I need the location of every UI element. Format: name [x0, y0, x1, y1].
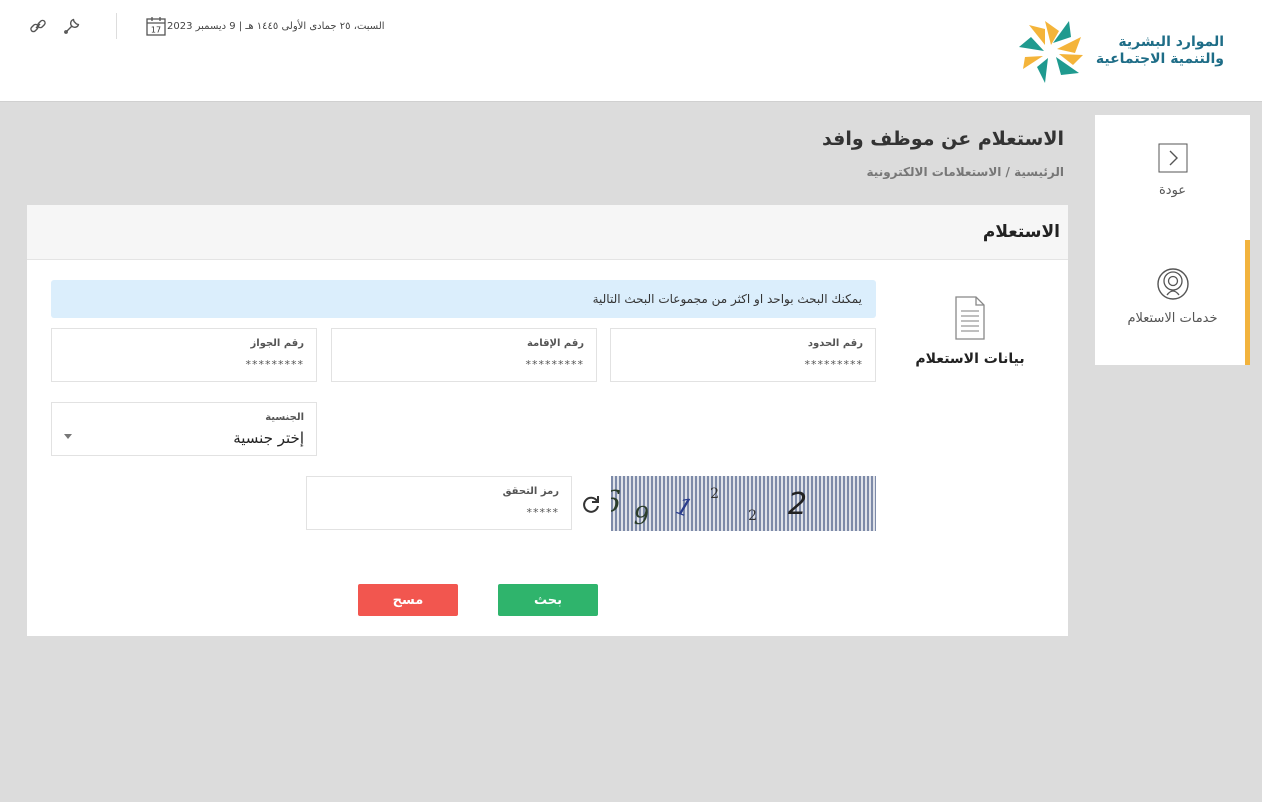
- broadcast-icon: [1156, 268, 1189, 300]
- captcha-glyph-2: 9: [634, 502, 649, 530]
- border-number-field[interactable]: رقم الحدود *********: [610, 328, 876, 382]
- captcha-label: رمز التحقق: [502, 486, 559, 497]
- header-tools: 17 السبت، ٢٥ جمادى الأولى ١٤٤٥ هـ | 9 دي…: [28, 12, 385, 40]
- card-title: الاستعلام: [982, 222, 1060, 242]
- ministry-logo[interactable]: الموارد البشرية والتنمية الاجتماعية: [1012, 18, 1224, 84]
- logo-line2: والتنمية الاجتماعية: [1095, 51, 1224, 67]
- border-number-label: رقم الحدود: [807, 338, 863, 349]
- calendar-icon: 17: [146, 17, 166, 36]
- breadcrumb[interactable]: الرئيسية / الاستعلامات الالكترونية: [867, 165, 1064, 179]
- logo-line1: الموارد البشرية: [1118, 34, 1224, 50]
- inquiry-card: الاستعلام بيانات الاستعلام يمكنك البحث ب…: [27, 205, 1068, 636]
- active-indicator: [1245, 240, 1250, 365]
- page-title: الاستعلام عن موظف وافد: [821, 128, 1064, 150]
- section-label: بيانات الاستعلام: [915, 351, 1025, 367]
- inquiry-data-section: بيانات الاستعلام: [896, 295, 1044, 367]
- passport-number-label: رقم الجواز: [250, 338, 304, 349]
- caret-down-icon[interactable]: [64, 434, 72, 439]
- chevron-right-icon: [1158, 143, 1187, 173]
- back-label: عودة: [1158, 183, 1187, 198]
- link-icon[interactable]: [28, 16, 48, 36]
- logo-star-icon: [1018, 21, 1083, 83]
- border-number-input[interactable]: *********: [805, 358, 864, 371]
- iqama-number-field[interactable]: رقم الإقامة *********: [331, 328, 597, 382]
- calendar-day: 17: [151, 26, 161, 35]
- inquiry-services-item[interactable]: خدمات الاستعلام: [1095, 267, 1250, 326]
- clear-button[interactable]: مسح: [358, 584, 458, 616]
- captcha-glyph-4: 2: [710, 486, 719, 502]
- nationality-label: الجنسية: [265, 412, 304, 423]
- document-icon: [955, 296, 985, 340]
- captcha-input[interactable]: *****: [527, 506, 560, 519]
- iqama-number-label: رقم الإقامة: [526, 338, 584, 349]
- back-button[interactable]: عودة: [1095, 143, 1250, 198]
- header-date: السبت، ٢٥ جمادى الأولى ١٤٤٥ هـ | 9 ديسمب…: [167, 20, 385, 32]
- refresh-icon[interactable]: [580, 493, 602, 515]
- captcha-image: 6 9 1 2 2 2: [611, 476, 876, 531]
- nationality-value[interactable]: إختر جنسية: [233, 429, 304, 447]
- captcha-svg: 6 9 1 2 2 2: [611, 476, 876, 531]
- inquiry-services-label: خدمات الاستعلام: [1127, 311, 1218, 326]
- search-button[interactable]: بحث: [498, 584, 598, 616]
- card-header: الاستعلام: [27, 205, 1068, 260]
- passport-number-field[interactable]: رقم الجواز *********: [51, 328, 317, 382]
- wrench-icon[interactable]: [62, 16, 82, 36]
- side-menu: عودة خدمات الاستعلام: [1095, 115, 1250, 365]
- top-header: الموارد البشرية والتنمية الاجتماعية 17 ا…: [0, 0, 1262, 102]
- info-alert: يمكنك البحث بواحد او اكثر من مجموعات الب…: [51, 280, 876, 318]
- iqama-number-input[interactable]: *********: [526, 358, 585, 371]
- captcha-glyph-5: 2: [748, 508, 757, 524]
- header-separator: [116, 13, 117, 39]
- passport-number-input[interactable]: *********: [246, 358, 305, 371]
- captcha-glyph-1: 6: [611, 485, 621, 520]
- captcha-glyph-6: 2: [788, 487, 807, 522]
- captcha-field[interactable]: رمز التحقق *****: [306, 476, 572, 530]
- logo-text: الموارد البشرية والتنمية الاجتماعية: [1096, 34, 1224, 68]
- nationality-select[interactable]: الجنسية إختر جنسية: [51, 402, 317, 456]
